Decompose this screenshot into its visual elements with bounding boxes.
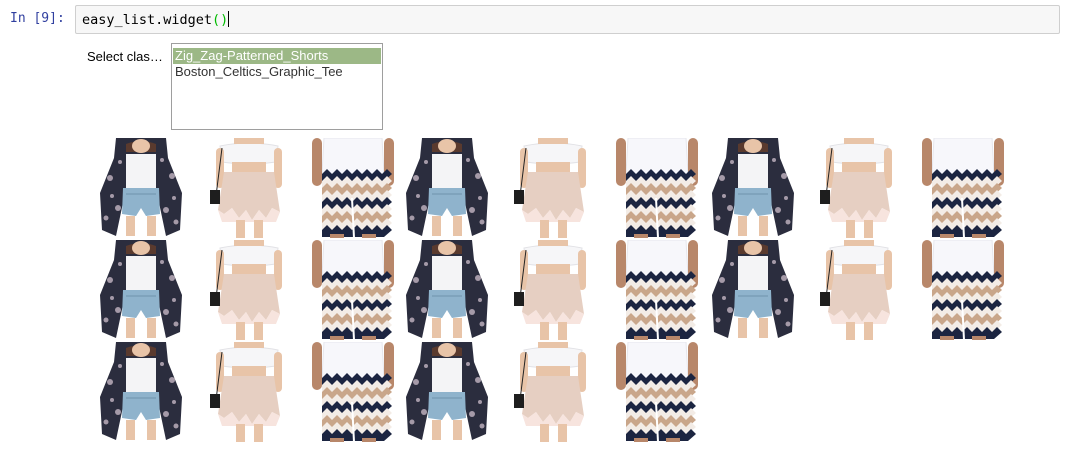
product-image-zigzag-shorts: [918, 240, 1008, 340]
product-image-off-shoulder-blush-skirt: [814, 138, 904, 238]
product-image-off-shoulder-blush-skirt: [204, 342, 294, 442]
product-image-kimono-denim-shorts: [708, 240, 798, 340]
product-image-zigzag-shorts: [308, 138, 398, 238]
product-image-kimono-denim-shorts: [96, 342, 186, 442]
option-zig-zag-shorts[interactable]: Zig_Zag-Patterned_Shorts: [173, 48, 381, 64]
product-image-kimono-denim-shorts: [402, 240, 492, 340]
code-parens: (): [212, 12, 229, 28]
product-image-kimono-denim-shorts: [96, 240, 186, 340]
code-input[interactable]: easy_list.widget(): [75, 5, 1060, 34]
product-image-off-shoulder-blush-skirt: [508, 342, 598, 442]
product-image-kimono-denim-shorts: [402, 138, 492, 238]
product-image-off-shoulder-blush-skirt: [508, 138, 598, 238]
product-image-zigzag-shorts: [308, 342, 398, 442]
product-image-zigzag-shorts: [612, 138, 702, 238]
class-select-list[interactable]: Zig_Zag-Patterned_Shorts Boston_Celtics_…: [171, 43, 383, 130]
product-image-off-shoulder-blush-skirt: [508, 240, 598, 340]
product-image-off-shoulder-blush-skirt: [204, 138, 294, 238]
product-image-zigzag-shorts: [612, 240, 702, 340]
product-image-off-shoulder-blush-skirt: [204, 240, 294, 340]
product-image-kimono-denim-shorts: [96, 138, 186, 238]
notebook-cell: In [9]: easy_list.widget() Select clas… …: [0, 0, 1067, 455]
product-image-kimono-denim-shorts: [402, 342, 492, 442]
input-prompt: In [9]:: [10, 11, 65, 26]
code-line: easy_list.widget(): [82, 11, 230, 29]
product-image-off-shoulder-blush-skirt: [814, 240, 904, 340]
product-image-kimono-denim-shorts: [708, 138, 798, 238]
product-image-zigzag-shorts: [918, 138, 1008, 238]
select-class-label: Select clas…: [87, 49, 163, 64]
option-boston-celtics-tee[interactable]: Boston_Celtics_Graphic_Tee: [173, 64, 381, 80]
product-image-zigzag-shorts: [308, 240, 398, 340]
text-cursor: [228, 11, 230, 27]
product-image-zigzag-shorts: [612, 342, 702, 442]
code-function: easy_list.widget: [82, 12, 213, 28]
